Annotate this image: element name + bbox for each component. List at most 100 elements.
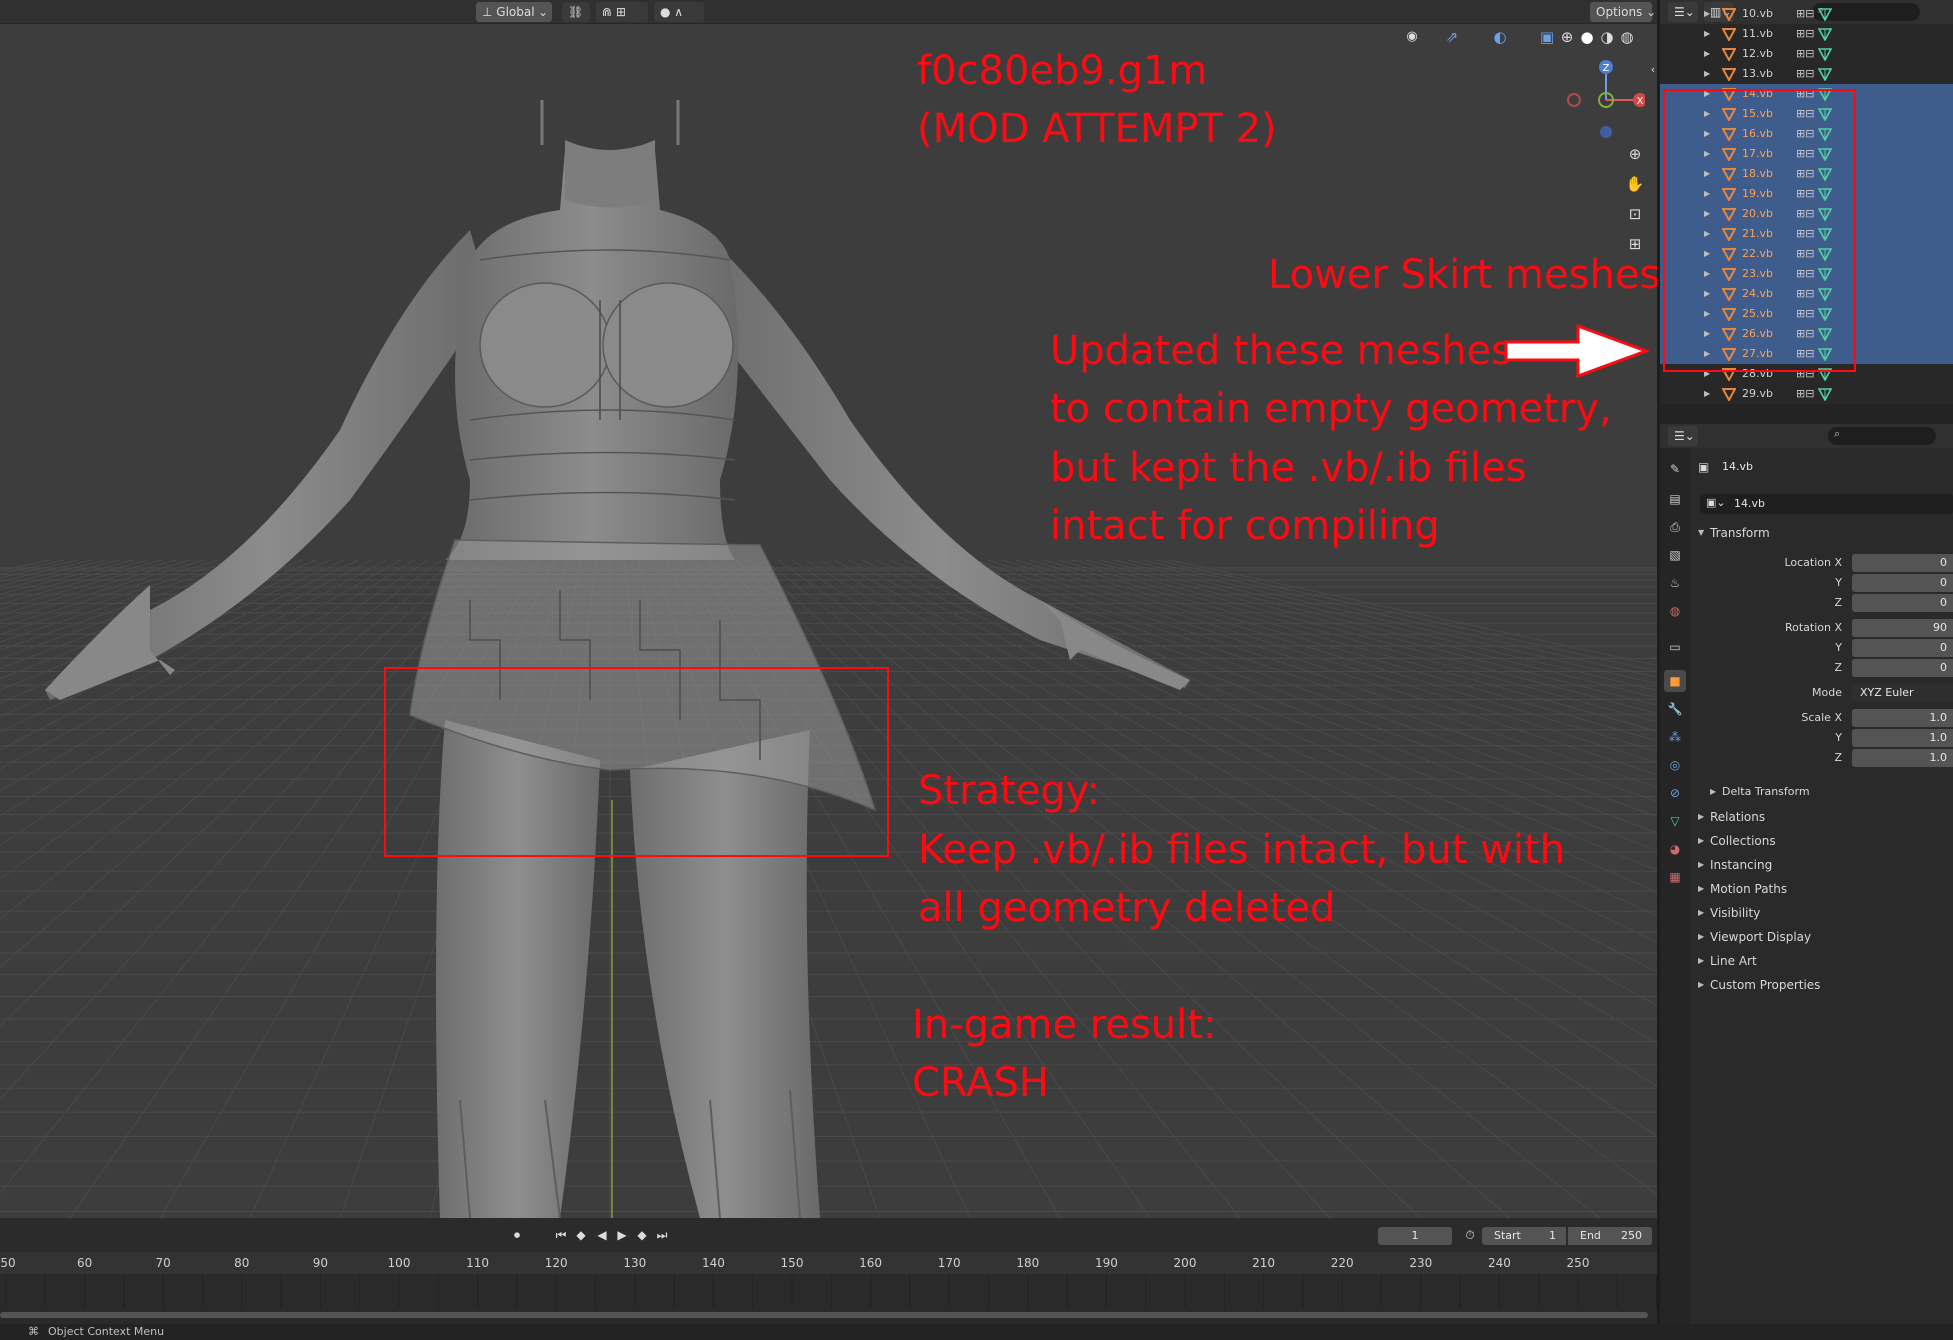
rotation-x-field[interactable]: 90 (1852, 619, 1953, 637)
panel-viewport-display[interactable]: ▶ Viewport Display (1690, 926, 1953, 948)
scale-x-label: Scale X (1801, 711, 1842, 724)
rotation-z-label: Z (1834, 661, 1842, 674)
outliner-item[interactable]: ▶ 11.vb ⊞⊟ (1660, 24, 1953, 44)
expand-right-icon: ▶ (1698, 932, 1705, 941)
panel-line-art[interactable]: ▶ Line Art (1690, 950, 1953, 972)
end-frame-field[interactable]: End 250 (1568, 1227, 1652, 1245)
status-bar: ⌘ Object Context Menu (0, 1324, 1953, 1340)
start-frame-field[interactable]: Start 1 (1482, 1227, 1566, 1245)
timeline-ruler[interactable]: 50 60 70 80 90 100 110 120 130 140 150 160 170 180 190… (0, 1252, 1657, 1274)
current-frame-field[interactable]: 1 (1378, 1227, 1452, 1245)
sidebar-toggle-icon[interactable]: ‹ (1641, 58, 1657, 82)
timeline-scrollbar[interactable] (0, 1312, 1648, 1318)
modifier-tab-icon[interactable]: 🔧 (1664, 698, 1686, 720)
tool-tab-icon[interactable]: ✎ (1664, 458, 1686, 480)
properties-search-input[interactable]: ⌕ (1828, 427, 1936, 445)
scene-tab-icon[interactable]: ♨ (1664, 572, 1686, 594)
outliner-item[interactable]: ▶ 10.vb ⊞⊟ (1660, 4, 1953, 24)
snap-dropdown[interactable]: ⋒ ⊞ (596, 2, 648, 22)
output-tab-icon[interactable]: ⎙ (1664, 516, 1686, 538)
panel-label: Delta Transform (1722, 785, 1810, 798)
viewport-shading-toolbar: ◉ ⇗ ◐ ▣ ⊕ ● ◑ ◍ (1400, 26, 1650, 48)
outliner-item[interactable]: ▶ 12.vb ⊞⊟ (1660, 44, 1953, 64)
transform-label: Transform (1710, 526, 1770, 540)
datablock-icon: ▣⌄ (1706, 496, 1726, 509)
panel-instancing[interactable]: ▶ Instancing (1690, 854, 1953, 876)
overlay-icon[interactable]: ◐ (1488, 25, 1512, 49)
panel-visibility[interactable]: ▶ Visibility (1690, 902, 1953, 924)
transform-panel-header[interactable]: ▼ Transform (1690, 522, 1953, 544)
expand-arrow-icon[interactable]: ▶ (1704, 384, 1710, 404)
constraints-tab-icon[interactable]: ⊘ (1664, 782, 1686, 804)
pivot-point-dropdown[interactable]: ⛓ (562, 2, 590, 22)
scale-x-field[interactable]: 1.0 (1852, 709, 1953, 727)
object-tab-icon[interactable]: ■ (1664, 670, 1686, 692)
location-y-field[interactable]: 0 (1852, 574, 1953, 592)
zoom-icon[interactable]: ⊕ (1623, 142, 1647, 166)
mesh-object-icon (1722, 68, 1736, 81)
material-tab-icon[interactable]: ◕ (1664, 838, 1686, 860)
vertex-groups-icon: ⊞⊟ (1796, 387, 1815, 400)
expand-arrow-icon[interactable]: ▶ (1704, 24, 1710, 44)
mesh-data-icon[interactable] (1818, 67, 1832, 81)
texture-tab-icon[interactable]: ▦ (1664, 866, 1686, 888)
mesh-data-icon[interactable] (1818, 7, 1832, 21)
panel-delta-transform[interactable]: ▶ Delta Transform (1702, 781, 1953, 803)
stopwatch-icon[interactable]: ⏱ (1458, 1223, 1482, 1247)
timeline-tick-label: 170 (937, 1256, 961, 1270)
location-z-label: Z (1834, 596, 1842, 609)
chevron-down-icon: ⌄ (537, 5, 548, 19)
mesh-data-icon[interactable] (1818, 387, 1832, 401)
scale-y-field[interactable]: 1.0 (1852, 729, 1953, 747)
orientation-icon: ⊥ (482, 5, 493, 19)
expand-arrow-icon[interactable]: ▶ (1704, 64, 1710, 84)
mesh-data-icon[interactable] (1818, 47, 1832, 61)
render-tab-icon[interactable]: ▤ (1664, 488, 1686, 510)
gizmo-icon[interactable]: ⇗ (1440, 25, 1464, 49)
3d-viewport[interactable]: ⊥ Global ⌄ ⛓ ⋒ ⊞ ● ∧ Options ⌄ ◉ ⇗ ◐ ▣ ⊕… (0, 0, 1657, 1218)
pivot-icon: ⛓ (568, 5, 584, 19)
properties-tabs: ✎ ▤ ⎙ ▧ ♨ ◍ ▭ ■ 🔧 ⁂ ◎ ⊘ ▽ ◕ ▦ (1660, 448, 1690, 1324)
location-z-field[interactable]: 0 (1852, 594, 1953, 612)
outliner-item[interactable]: ▶ 29.vb ⊞⊟ (1660, 384, 1953, 404)
scale-z-field[interactable]: 1.0 (1852, 749, 1953, 767)
mesh-object-icon (1722, 48, 1736, 61)
rendered-shading-icon[interactable]: ◍ (1615, 25, 1639, 49)
record-keyframe-icon[interactable]: ⏺ (505, 1223, 529, 1247)
panel-custom-properties[interactable]: ▶ Custom Properties (1690, 974, 1953, 996)
view-layer-tab-icon[interactable]: ▧ (1664, 544, 1686, 566)
proportional-edit-dropdown[interactable]: ● ∧ (654, 2, 704, 22)
mesh-data-icon[interactable] (1818, 27, 1832, 41)
character-model[interactable] (0, 0, 1657, 1218)
outliner-item[interactable]: ▶ 13.vb ⊞⊟ (1660, 64, 1953, 84)
transform-orientation-dropdown[interactable]: ⊥ Global ⌄ (476, 2, 552, 22)
visibility-eye-icon[interactable]: ◉ (1400, 25, 1424, 49)
options-dropdown[interactable]: Options ⌄ (1590, 2, 1656, 22)
rotation-x-label: Rotation X (1784, 621, 1842, 634)
navigation-gizmo[interactable]: Z X (1560, 55, 1645, 145)
expand-arrow-icon[interactable]: ▶ (1704, 44, 1710, 64)
rotation-mode-dropdown[interactable]: XYZ Euler (1852, 684, 1953, 702)
camera-view-icon[interactable]: ⊡ (1623, 202, 1647, 226)
object-datablock-field[interactable]: ▣⌄ 14.vb (1700, 494, 1953, 514)
mesh-data-tab-icon[interactable]: ▽ (1664, 810, 1686, 832)
pan-hand-icon[interactable]: ✋ (1623, 172, 1647, 196)
world-tab-icon[interactable]: ◍ (1664, 600, 1686, 622)
expand-right-icon: ▶ (1710, 787, 1717, 796)
timeline-track[interactable] (0, 1274, 1657, 1324)
rotation-y-field[interactable]: 0 (1852, 639, 1953, 657)
physics-tab-icon[interactable]: ◎ (1664, 754, 1686, 776)
expand-arrow-icon[interactable]: ▶ (1704, 4, 1710, 24)
collection-tab-icon[interactable]: ▭ (1664, 636, 1686, 658)
panel-relations[interactable]: ▶ Relations (1690, 806, 1953, 828)
rotation-z-field[interactable]: 0 (1852, 659, 1953, 677)
particles-tab-icon[interactable]: ⁂ (1664, 726, 1686, 748)
location-x-field[interactable]: 0 (1852, 554, 1953, 572)
panel-motion-paths[interactable]: ▶ Motion Paths (1690, 878, 1953, 900)
panel-collections[interactable]: ▶ Collections (1690, 830, 1953, 852)
skirt-highlight-box (384, 667, 889, 857)
properties-editor-type-dropdown[interactable]: ☰⌄ (1668, 426, 1698, 446)
annotation-title-line1: f0c80eb9.g1m (917, 48, 1208, 94)
outliner[interactable]: ☰⌄ ▥⌄ ⌕ ▶ 10.vb ⊞⊟ ▶ 11.vb ⊞⊟ ▶ 12.vb ⊞⊟ ▶ 13.vb ⊞⊟… (1660, 0, 1953, 424)
jump-end-icon[interactable]: ⏭ (650, 1223, 674, 1247)
